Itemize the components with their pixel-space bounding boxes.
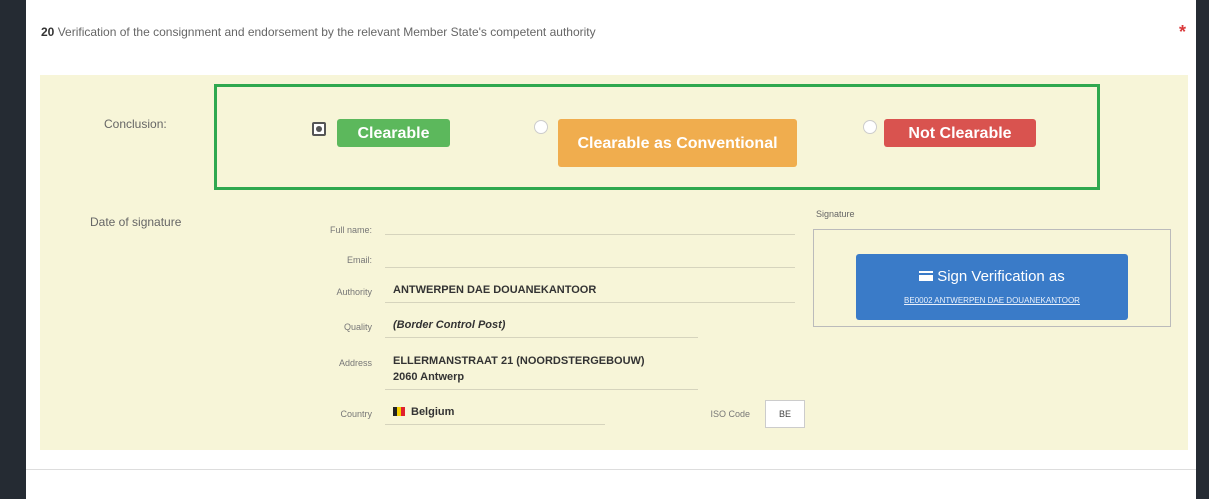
address-label: Address	[338, 358, 372, 368]
address-line2: 2060 Antwerp	[393, 371, 465, 383]
radio-clearable[interactable]	[312, 122, 326, 136]
sign-button-label: Sign Verification as	[937, 268, 1065, 285]
iso-code-field[interactable]: BE	[765, 400, 805, 428]
country-value: Belgium	[393, 406, 454, 418]
date-of-signature-label: Date of signature	[90, 215, 182, 229]
conclusion-options-group: Clearable Clearable as Conventional Not …	[214, 84, 1100, 190]
signature-label: Signature	[816, 209, 855, 219]
verification-form: Conclusion: Clearable Clearable as Conve…	[40, 75, 1188, 450]
sign-verification-button[interactable]: Sign Verification as BE0002 ANTWERPEN DA…	[856, 254, 1128, 320]
full-name-underline	[385, 234, 795, 235]
country-underline	[385, 424, 605, 425]
address-underline	[385, 389, 698, 390]
country-name: Belgium	[411, 406, 455, 418]
iso-code-label: ISO Code	[710, 409, 750, 419]
clearable-badge[interactable]: Clearable	[337, 119, 450, 147]
authority-value: ANTWERPEN DAE DOUANEKANTOOR	[393, 284, 597, 296]
conclusion-label: Conclusion:	[104, 117, 167, 131]
radio-clearable-as-conventional[interactable]	[534, 120, 548, 134]
address-line1: ELLERMANSTRAAT 21 (NOORDSTERGEBOUW)	[393, 355, 645, 367]
sign-button-main-text: Sign Verification as	[856, 268, 1128, 285]
not-clearable-badge[interactable]: Not Clearable	[884, 119, 1036, 147]
belgium-flag-icon	[393, 406, 405, 416]
radio-not-clearable[interactable]	[863, 120, 877, 134]
sign-authority-link[interactable]: BE0002 ANTWERPEN DAE DOUANEKANTOOR	[856, 296, 1128, 305]
left-frame-bar	[0, 0, 26, 499]
credit-card-icon	[919, 271, 934, 282]
quality-underline	[385, 337, 698, 338]
section-title: 20 Verification of the consignment and e…	[41, 25, 596, 39]
quality-label: Quality	[343, 322, 372, 332]
country-label: Country	[340, 409, 372, 419]
quality-value: (Border Control Post)	[393, 319, 506, 331]
email-underline	[385, 267, 795, 268]
section-number: 20	[41, 25, 55, 39]
verification-panel: 20 Verification of the consignment and e…	[26, 0, 1196, 470]
section-title-text: Verification of the consignment and endo…	[57, 25, 596, 39]
email-label: Email:	[346, 255, 372, 265]
right-frame-bar	[1196, 0, 1209, 499]
required-asterisk-icon: *	[1178, 22, 1186, 42]
signature-box: Sign Verification as BE0002 ANTWERPEN DA…	[813, 229, 1171, 327]
full-name-label: Full name:	[329, 225, 372, 235]
clearable-as-conventional-badge[interactable]: Clearable as Conventional	[558, 119, 797, 167]
authority-label: Authority	[336, 287, 372, 297]
authority-underline	[385, 302, 795, 303]
